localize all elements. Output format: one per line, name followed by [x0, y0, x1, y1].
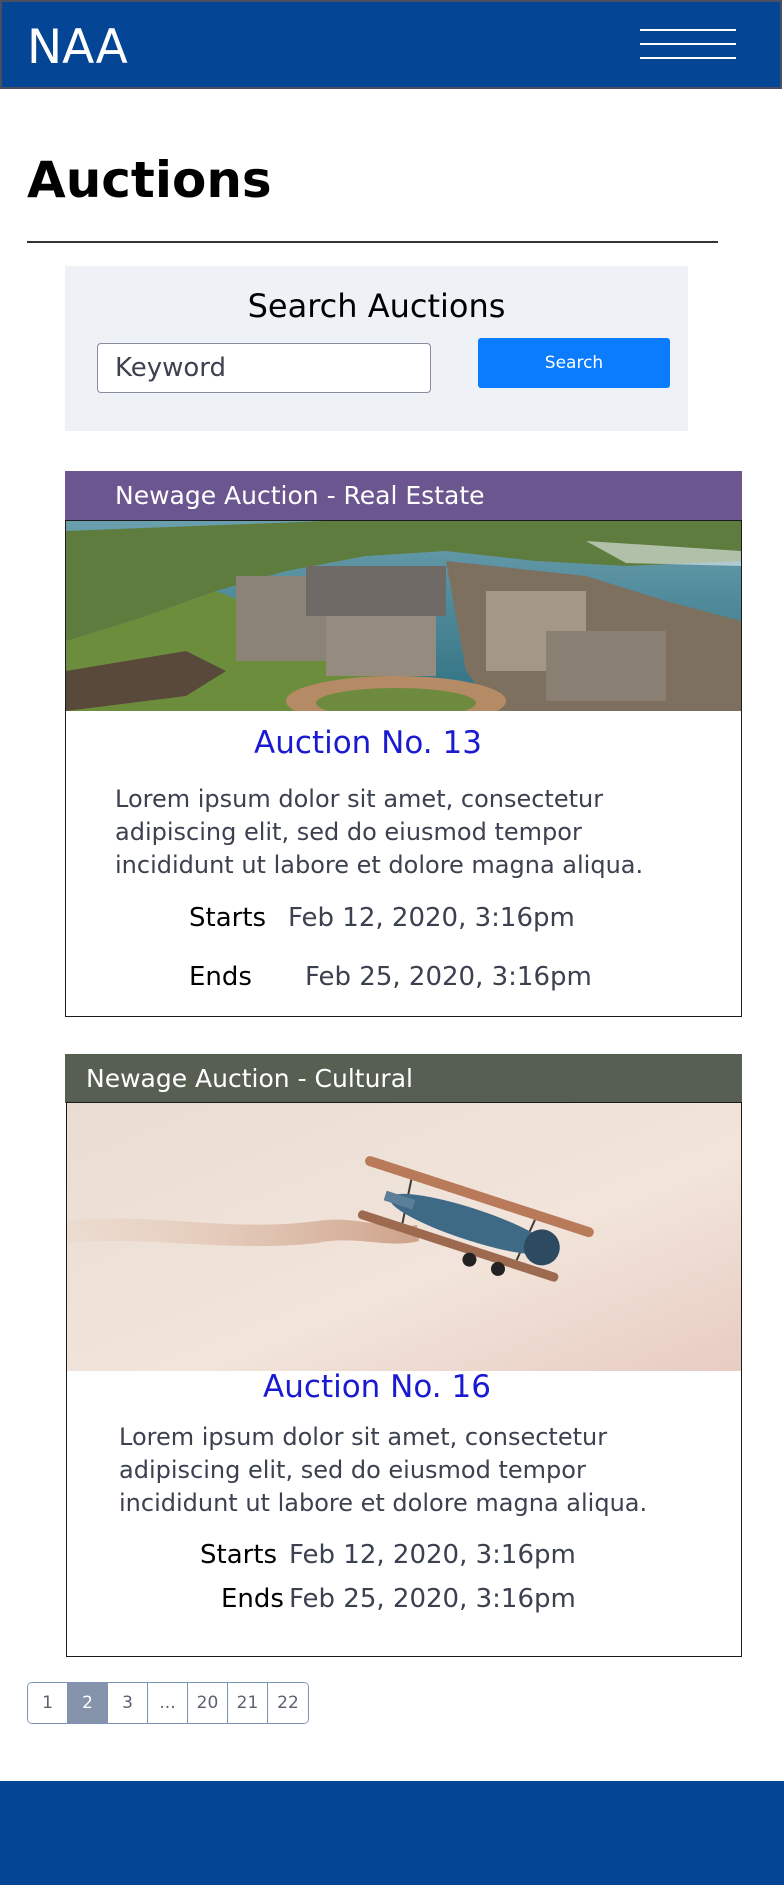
page-button[interactable]: 22	[268, 1683, 308, 1723]
page-footer	[0, 1781, 784, 1885]
starts-label: Starts	[200, 1540, 278, 1570]
starts-label: Starts	[189, 903, 267, 933]
coastal-castle-aerial-photo	[66, 521, 741, 711]
auction-title[interactable]: Auction No. 16	[67, 1369, 687, 1405]
site-logo[interactable]: NAA	[27, 20, 128, 75]
page-button-active[interactable]: 2	[68, 1683, 108, 1723]
page-button[interactable]: 20	[188, 1683, 228, 1723]
starts-value: Feb 12, 2020, 3:16pm	[289, 1540, 576, 1570]
biplane-with-smoke-trail-photo	[67, 1103, 741, 1371]
page-ellipsis: ...	[148, 1683, 188, 1723]
auction-title[interactable]: Auction No. 13	[66, 725, 670, 761]
ends-value: Feb 25, 2020, 3:16pm	[305, 962, 592, 992]
auction-card[interactable]: Auction No. 16 Lorem ipsum dolor sit ame…	[66, 1102, 742, 1657]
hamburger-line	[640, 29, 736, 31]
auction-card[interactable]: Auction No. 13 Lorem ipsum dolor sit ame…	[65, 520, 742, 1017]
page-button[interactable]: 1	[28, 1683, 68, 1723]
starts-value: Feb 12, 2020, 3:16pm	[288, 903, 575, 933]
search-button[interactable]: Search	[478, 338, 670, 388]
auction-card-header: Newage Auction - Cultural	[65, 1054, 742, 1103]
auction-card-header: Newage Auction - Real Estate	[65, 471, 742, 520]
hamburger-menu-icon[interactable]	[640, 27, 736, 61]
auction-description: Lorem ipsum dolor sit amet, consectetur …	[119, 1423, 648, 1517]
search-panel: Search Auctions Search	[65, 266, 688, 431]
auction-description: Lorem ipsum dolor sit amet, consectetur …	[115, 785, 644, 879]
hamburger-line	[640, 57, 736, 59]
page-button[interactable]: 21	[228, 1683, 268, 1723]
pagination: 1 2 3 ... 20 21 22	[27, 1682, 309, 1724]
page-button[interactable]: 3	[108, 1683, 148, 1723]
ends-label: Ends	[221, 1584, 284, 1614]
keyword-input[interactable]	[97, 343, 431, 393]
hamburger-line	[640, 43, 736, 45]
search-title: Search Auctions	[247, 287, 506, 325]
top-navbar: NAA	[0, 0, 782, 89]
title-divider	[27, 241, 718, 243]
ends-value: Feb 25, 2020, 3:16pm	[289, 1584, 576, 1614]
ends-label: Ends	[189, 962, 252, 992]
page-title: Auctions	[27, 151, 272, 209]
